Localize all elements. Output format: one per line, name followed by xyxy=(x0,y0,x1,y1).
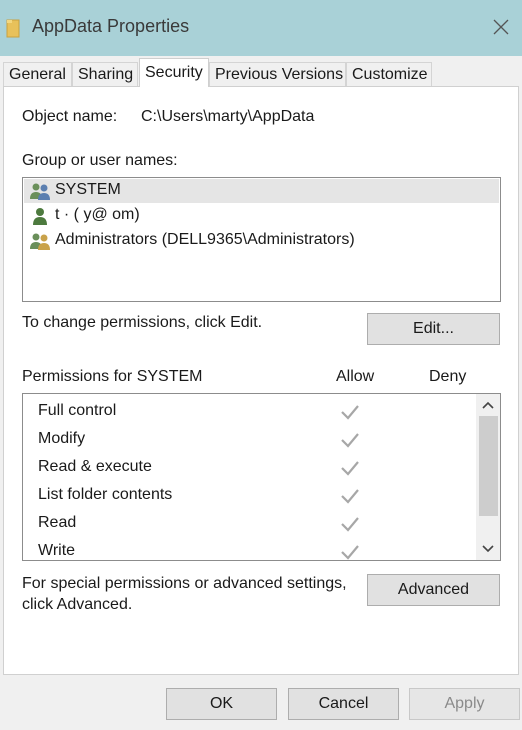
chevron-down-icon xyxy=(482,545,494,553)
tab-previous-versions[interactable]: Previous Versions xyxy=(209,62,346,86)
tab-customize[interactable]: Customize xyxy=(346,62,432,86)
checkmark-icon xyxy=(341,517,359,532)
group-or-user-names-label: Group or user names: xyxy=(22,152,178,169)
tab-strip: General Sharing Security Previous Versio… xyxy=(0,58,522,87)
user-name: t · ( y@ om) xyxy=(55,206,140,223)
close-button[interactable] xyxy=(484,10,518,44)
permission-name: Write xyxy=(38,542,76,559)
permissions-scrollbar[interactable] xyxy=(476,394,500,560)
tab-security[interactable]: Security xyxy=(139,58,209,87)
apply-button[interactable]: Apply xyxy=(409,688,520,720)
permissions-list[interactable]: Full control Modify Read & execute List … xyxy=(22,393,501,561)
user-name: SYSTEM xyxy=(55,181,121,198)
group-users-icon xyxy=(30,183,50,200)
permission-name: Modify xyxy=(38,430,86,447)
advanced-text-line2: click Advanced. xyxy=(22,596,133,613)
permissions-for-label: Permissions for SYSTEM xyxy=(22,368,203,385)
checkmark-icon xyxy=(341,433,359,448)
user-list[interactable]: SYSTEM t · ( y@ om) Administrators (DELL… xyxy=(22,177,501,302)
close-icon xyxy=(493,19,509,35)
change-permissions-text: To change permissions, click Edit. xyxy=(22,314,263,331)
permission-name: Read xyxy=(38,514,77,531)
tab-sharing[interactable]: Sharing xyxy=(72,62,138,86)
user-row-system[interactable]: SYSTEM xyxy=(24,179,499,203)
security-panel: Object name: C:\Users\marty\AppData Grou… xyxy=(3,86,519,675)
checkmark-icon xyxy=(341,545,359,560)
tab-general[interactable]: General xyxy=(3,62,72,86)
permission-row-read-execute: Read & execute xyxy=(23,454,473,482)
permission-row-modify: Modify xyxy=(23,426,473,454)
user-name: Administrators (DELL9365\Administrators) xyxy=(55,231,355,248)
folder-icon xyxy=(6,19,20,38)
scroll-up-button[interactable] xyxy=(476,394,500,416)
title-bar: AppData Properties xyxy=(0,0,522,56)
advanced-text-line1: For special permissions or advanced sett… xyxy=(22,575,347,592)
object-name-value: C:\Users\marty\AppData xyxy=(141,108,315,125)
deny-column-header: Deny xyxy=(429,368,467,385)
permission-row-read: Read xyxy=(23,510,473,538)
scroll-down-button[interactable] xyxy=(476,538,500,560)
user-icon xyxy=(33,208,47,225)
advanced-button[interactable]: Advanced xyxy=(367,574,500,606)
object-name-label: Object name: xyxy=(22,108,118,125)
cancel-button[interactable]: Cancel xyxy=(288,688,399,720)
permission-name: Full control xyxy=(38,402,117,419)
scroll-thumb[interactable] xyxy=(479,416,498,516)
group-users-icon xyxy=(30,233,50,250)
ok-button[interactable]: OK xyxy=(166,688,277,720)
user-row-administrators[interactable]: Administrators (DELL9365\Administrators) xyxy=(24,229,499,253)
permission-row-full-control: Full control xyxy=(23,398,473,426)
permission-row-write: Write xyxy=(23,538,473,560)
permission-name: Read & execute xyxy=(38,458,152,475)
checkmark-icon xyxy=(341,461,359,476)
checkmark-icon xyxy=(341,405,359,420)
permission-row-list-folder-contents: List folder contents xyxy=(23,482,473,510)
user-row-account[interactable]: t · ( y@ om) xyxy=(24,204,499,228)
permission-name: List folder contents xyxy=(38,486,173,503)
edit-button[interactable]: Edit... xyxy=(367,313,500,345)
window-title: AppData Properties xyxy=(32,16,190,36)
checkmark-icon xyxy=(341,489,359,504)
chevron-up-icon xyxy=(482,401,494,409)
allow-column-header: Allow xyxy=(336,368,375,385)
